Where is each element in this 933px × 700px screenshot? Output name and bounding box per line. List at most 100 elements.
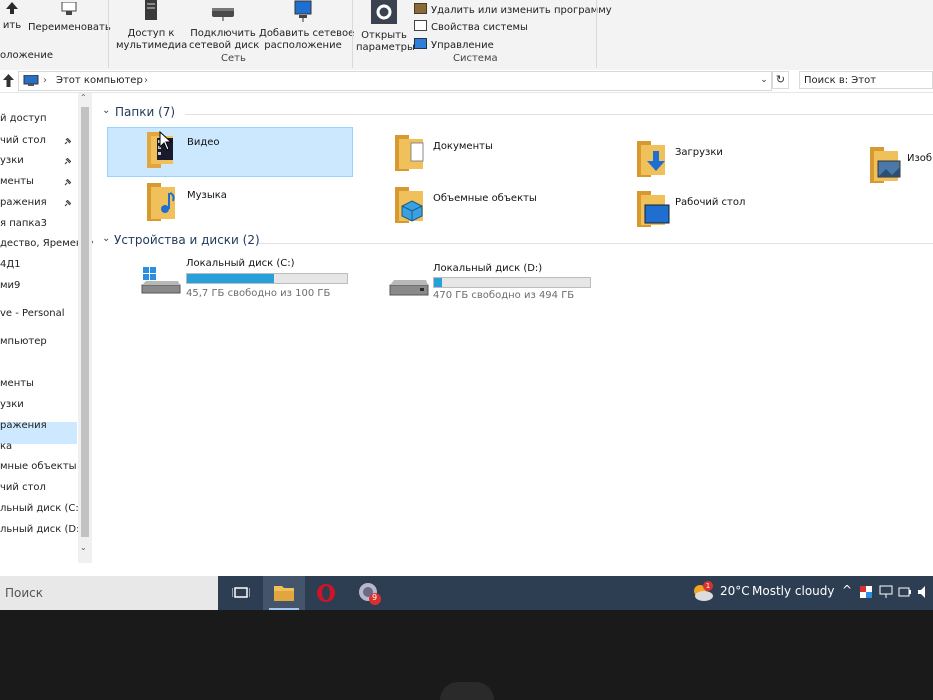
address-field[interactable]: › Этот компьютер › [18, 71, 772, 91]
open-settings-label-2: параметры [356, 42, 415, 53]
ribbon: ить Переименовать оложение Доступ к муль… [0, 0, 933, 71]
nav-scrollbar-thumb[interactable] [81, 107, 89, 537]
battery-icon[interactable] [898, 585, 912, 599]
pin-icon[interactable] [64, 200, 71, 207]
breadcrumb-this-pc[interactable]: Этот компьютер [56, 72, 143, 90]
nav-item-documents-2[interactable]: менты [0, 378, 34, 389]
3d-objects-folder-icon [395, 187, 423, 223]
section-divider [258, 243, 933, 244]
collapse-folders-icon[interactable]: ⌄ [102, 105, 110, 116]
nav-item-mi9[interactable]: ми9 [0, 280, 20, 291]
group-label-network: Сеть [221, 53, 246, 64]
drive-usage-fill-d [434, 278, 442, 287]
nav-item-pictures-2[interactable]: ражения [0, 420, 47, 431]
open-settings-label-1: Открыть [361, 30, 407, 41]
network-icon[interactable] [879, 585, 893, 599]
show-hidden-icons-icon[interactable]: ^ [842, 583, 852, 597]
scroll-up-icon[interactable]: ⌃ [80, 93, 87, 102]
nav-item-downloads-2[interactable]: узки [0, 399, 24, 410]
folders-section-header[interactable]: Папки (7) [115, 105, 175, 119]
weather-temperature[interactable]: 20°C [720, 584, 750, 598]
media-server-icon [145, 0, 157, 20]
security-icon[interactable] [859, 585, 873, 599]
taskbar-explorer-button[interactable] [263, 576, 305, 610]
map-drive-label-2: сетевой диск [189, 40, 260, 51]
nav-item-this-pc[interactable]: мпьютер [0, 336, 47, 347]
nav-item-documents[interactable]: менты [0, 176, 34, 187]
folder-label-video[interactable]: Видео [187, 137, 220, 148]
folder-tile-downloads[interactable] [635, 139, 671, 183]
search-input[interactable]: Поиск в: Этот компьютер [799, 71, 933, 104]
folder-label-pictures[interactable]: Изобр [907, 153, 933, 164]
open-settings-button[interactable]: Открыть параметры [356, 0, 415, 54]
app-icon [359, 583, 381, 605]
pin-to-quick-access-button[interactable]: ить [0, 2, 24, 32]
volume-icon[interactable] [917, 585, 931, 599]
system-properties-label: Свойства системы [431, 22, 528, 33]
nav-item-downloads[interactable]: узки [0, 155, 24, 166]
rename-button[interactable]: Переименовать [28, 1, 111, 34]
laptop-bezel-logo [440, 682, 494, 700]
taskbar-opera-button[interactable] [305, 576, 347, 610]
folder-tile-music[interactable] [145, 181, 181, 227]
nav-item-folder3[interactable]: я папка3 [0, 218, 47, 229]
pin-icon[interactable] [64, 158, 71, 165]
drive-tile-d[interactable] [388, 275, 430, 305]
nav-item-onedrive[interactable]: ve - Personal [0, 308, 65, 319]
nav-item-music[interactable]: ка [0, 441, 12, 452]
pin-icon[interactable] [64, 138, 71, 145]
nav-item-desktop-2[interactable]: чий стол [0, 482, 46, 493]
nav-item-drive-c[interactable]: льный диск (C:) [0, 503, 83, 514]
arrow-up-icon [6, 2, 18, 14]
scroll-down-icon[interactable]: ⌄ [80, 543, 87, 552]
add-network-location-button[interactable]: Добавить сетевое расположение [259, 0, 354, 52]
nav-item-3d-objects[interactable]: мные объекты [0, 461, 77, 472]
drive-name-c[interactable]: Локальный диск (C:) [186, 258, 295, 269]
opera-icon [317, 584, 335, 602]
collapse-drives-icon[interactable]: ⌄ [102, 233, 110, 244]
weather-badge: 1 [703, 581, 713, 591]
folder-label-music[interactable]: Музыка [187, 190, 227, 201]
taskbar-app-button[interactable]: 9 [348, 576, 390, 610]
pin-icon[interactable] [64, 179, 71, 186]
manage-button[interactable]: Управление [414, 38, 494, 51]
breadcrumb-separator-icon[interactable]: › [43, 72, 47, 90]
uninstall-program-button[interactable]: Удалить или изменить программу [414, 3, 612, 16]
up-arrow-icon[interactable] [3, 74, 14, 87]
group-label-system: Система [453, 53, 498, 64]
breadcrumb-chevron-icon[interactable]: › [144, 72, 148, 90]
drives-section-header[interactable]: Устройства и диски (2) [114, 233, 260, 247]
media-access-label-1: Доступ к [127, 28, 175, 39]
drive-tile-c[interactable] [140, 263, 182, 301]
nav-item-4d1[interactable]: 4Д1 [0, 259, 21, 270]
rename-label: Переименовать [28, 22, 111, 33]
refresh-icon[interactable]: ↻ [772, 71, 789, 89]
map-drive-label-1: Подключить [190, 28, 256, 39]
taskbar-search-label: Поиск [5, 586, 44, 600]
nav-item-desktop[interactable]: чий стол [0, 135, 46, 146]
folder-label-desktop[interactable]: Рабочий стол [675, 197, 745, 208]
system-properties-button[interactable]: Свойства системы [414, 20, 528, 33]
drive-name-d[interactable]: Локальный диск (D:) [433, 263, 542, 274]
task-view-button[interactable] [220, 576, 262, 610]
chevron-down-icon[interactable]: ⌄ [757, 72, 771, 89]
drive-icon [389, 280, 429, 296]
folder-label-documents[interactable]: Документы [433, 141, 493, 152]
nav-item-pictures[interactable]: ражения [0, 197, 47, 208]
map-network-drive-button[interactable]: Подключить сетевой диск [189, 0, 260, 52]
nav-item-drive-d[interactable]: льный диск (D:) [0, 524, 83, 535]
content-area: ⌄ Папки (7) Видео Документы Загрузки Изо… [93, 93, 933, 576]
computer-management-icon [414, 38, 427, 49]
ribbon-partial-location: оложение [0, 50, 53, 62]
folder-label-downloads[interactable]: Загрузки [675, 147, 723, 158]
folder-tile-desktop[interactable] [635, 189, 671, 233]
folder-label-3d-objects[interactable]: Объемные объекты [433, 193, 537, 204]
folder-tile-3d-objects[interactable] [393, 185, 429, 229]
media-access-button[interactable]: Доступ к мультимедиа [116, 0, 187, 52]
weather-condition[interactable]: Mostly cloudy [752, 584, 835, 598]
folder-tile-documents[interactable] [393, 133, 429, 177]
taskbar-search-box[interactable]: Поиск [0, 576, 218, 610]
drive-free-c: 45,7 ГБ свободно из 100 ГБ [186, 288, 331, 299]
folder-tile-pictures[interactable] [868, 145, 904, 189]
nav-item-quick-access[interactable]: й доступ [0, 113, 47, 124]
